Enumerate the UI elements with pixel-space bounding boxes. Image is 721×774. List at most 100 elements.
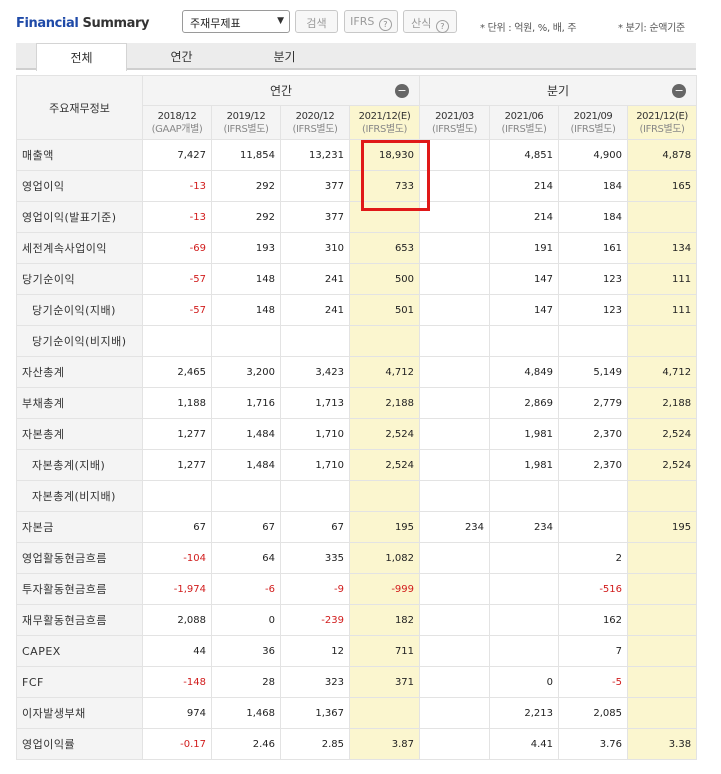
table-cell <box>419 449 491 481</box>
table-row: 당기순이익(지배) -57 148 241 501 147 123 111 <box>16 294 698 326</box>
table-cell <box>627 325 698 357</box>
table-cell: 2,779 <box>558 387 629 419</box>
table-cell: 241 <box>280 294 350 326</box>
table-cell: 3,423 <box>280 356 350 388</box>
row-label: 당기순이익(비지배) <box>16 325 143 357</box>
table-cell <box>627 635 698 667</box>
statement-select-value: 주재무제표 <box>190 17 241 30</box>
table-cell: 377 <box>280 170 350 202</box>
quarter-group-label: 분기 <box>547 84 570 98</box>
table-row: 투자활동현금흐름 -1,974 -6 -9 -999 -516 <box>16 573 698 605</box>
table-row: 자본금 67 67 67 195 234 234 195 <box>16 511 698 543</box>
table-cell: 12 <box>280 635 350 667</box>
table-cell: 3,200 <box>211 356 281 388</box>
period-header: 2021/12(E) (IFRS별도) <box>627 105 698 140</box>
table-row: 이자발생부채 974 1,468 1,367 2,213 2,085 <box>16 697 698 729</box>
tab-quarter[interactable]: 분기 <box>239 43 330 70</box>
table-cell: 501 <box>348 294 421 326</box>
ifrs-button[interactable]: IFRS ? <box>344 10 398 33</box>
table-cell: -148 <box>142 666 212 698</box>
table-row: 당기순이익(비지배) <box>16 325 698 357</box>
table-cell <box>489 480 560 512</box>
table-cell <box>419 728 491 760</box>
financial-summary-table: 주요재무정보 연간 − 분기 − 2018/12 (GAAP개별) 2019/12(… <box>16 75 698 760</box>
period-basis: (IFRS별도) <box>570 123 616 135</box>
table-row: 영업이익 -13 292 377 733 214 184 165 <box>16 170 698 202</box>
table-cell <box>211 480 281 512</box>
table-cell: 234 <box>419 511 491 543</box>
row-label: 자본금 <box>16 511 143 543</box>
collapse-quarter-icon[interactable]: − <box>672 84 687 98</box>
table-cell: 3.38 <box>627 728 698 760</box>
table-cell <box>419 604 491 636</box>
help-icon: ? <box>378 18 392 31</box>
toolbar: Financial Summary 주재무제표 ▼ 검색 IFRS ? 산식 ?… <box>0 0 721 40</box>
tab-annual[interactable]: 연간 <box>136 43 227 70</box>
table-cell: 1,716 <box>211 387 281 419</box>
table-cell: 2 <box>558 542 629 574</box>
table-cell <box>142 480 212 512</box>
table-row: CAPEX 44 36 12 711 7 <box>16 635 698 667</box>
table-cell: 191 <box>489 232 560 264</box>
table-cell <box>419 356 491 388</box>
table-cell: 123 <box>558 263 629 295</box>
table-cell: 733 <box>348 170 421 202</box>
table-cell: 241 <box>280 263 350 295</box>
table-row: 영업이익률 -0.17 2.46 2.85 3.87 4.41 3.76 3.38 <box>16 728 698 760</box>
table-cell: 67 <box>142 511 212 543</box>
table-cell: 162 <box>558 604 629 636</box>
row-label: 자산총계 <box>16 356 143 388</box>
table-cell <box>419 697 491 729</box>
table-cell <box>489 573 560 605</box>
table-cell: 147 <box>489 294 560 326</box>
table-cell: 2,869 <box>489 387 560 419</box>
table-cell: 11,854 <box>211 139 281 171</box>
table-cell: 4,712 <box>627 356 698 388</box>
table-cell: 500 <box>348 263 421 295</box>
row-label: 당기순이익(지배) <box>16 294 143 326</box>
table-cell: 234 <box>489 511 560 543</box>
table-cell: 193 <box>211 232 281 264</box>
table-cell: 214 <box>489 170 560 202</box>
table-cell: 1,484 <box>211 418 281 450</box>
table-cell <box>348 201 421 233</box>
table-cell: 2,524 <box>348 418 421 450</box>
table-cell <box>419 170 491 202</box>
table-cell: 134 <box>627 232 698 264</box>
table-row: 재무활동현금흐름 2,088 0 -239 182 162 <box>16 604 698 636</box>
period-basis: (IFRS별도) <box>639 123 685 135</box>
table-cell: 323 <box>280 666 350 698</box>
table-cell: -104 <box>142 542 212 574</box>
table-cell: 67 <box>211 511 281 543</box>
table-cell <box>489 542 560 574</box>
table-cell: 3.87 <box>348 728 421 760</box>
table-cell: 1,277 <box>142 418 212 450</box>
table-cell <box>348 480 421 512</box>
collapse-annual-icon[interactable]: − <box>395 84 410 98</box>
table-row: 자본총계 1,277 1,484 1,710 2,524 1,981 2,370 2,524 <box>16 418 698 450</box>
period-header: 2021/09 (IFRS별도) <box>558 105 629 140</box>
table-cell <box>419 666 491 698</box>
table-cell: 111 <box>627 263 698 295</box>
table-cell: 184 <box>558 170 629 202</box>
table-row: 부채총계 1,188 1,716 1,713 2,188 2,869 2,779 2,188 <box>16 387 698 419</box>
table-cell <box>419 418 491 450</box>
financial-rows: 매출액 7,427 11,854 13,231 18,930 4,851 4,900 4,87… <box>16 139 698 760</box>
table-cell: 4,712 <box>348 356 421 388</box>
tab-all[interactable]: 전체 <box>36 43 127 71</box>
period-date: 2019/12 <box>226 110 266 122</box>
table-cell: -6 <box>211 573 281 605</box>
row-label: 이자발생부채 <box>16 697 143 729</box>
table-cell: 4,851 <box>489 139 560 171</box>
table-cell: -0.17 <box>142 728 212 760</box>
period-date: 2021/12(E) <box>358 110 411 122</box>
statement-select[interactable]: 주재무제표 ▼ <box>182 10 290 33</box>
table-cell: -13 <box>142 170 212 202</box>
search-button[interactable]: 검색 <box>295 10 338 33</box>
table-row: 당기순이익 -57 148 241 500 147 123 111 <box>16 263 698 295</box>
row-label: CAPEX <box>16 635 143 667</box>
formula-button[interactable]: 산식 ? <box>403 10 457 33</box>
table-cell: 195 <box>627 511 698 543</box>
table-cell <box>419 480 491 512</box>
table-row: 자본총계(비지배) <box>16 480 698 512</box>
